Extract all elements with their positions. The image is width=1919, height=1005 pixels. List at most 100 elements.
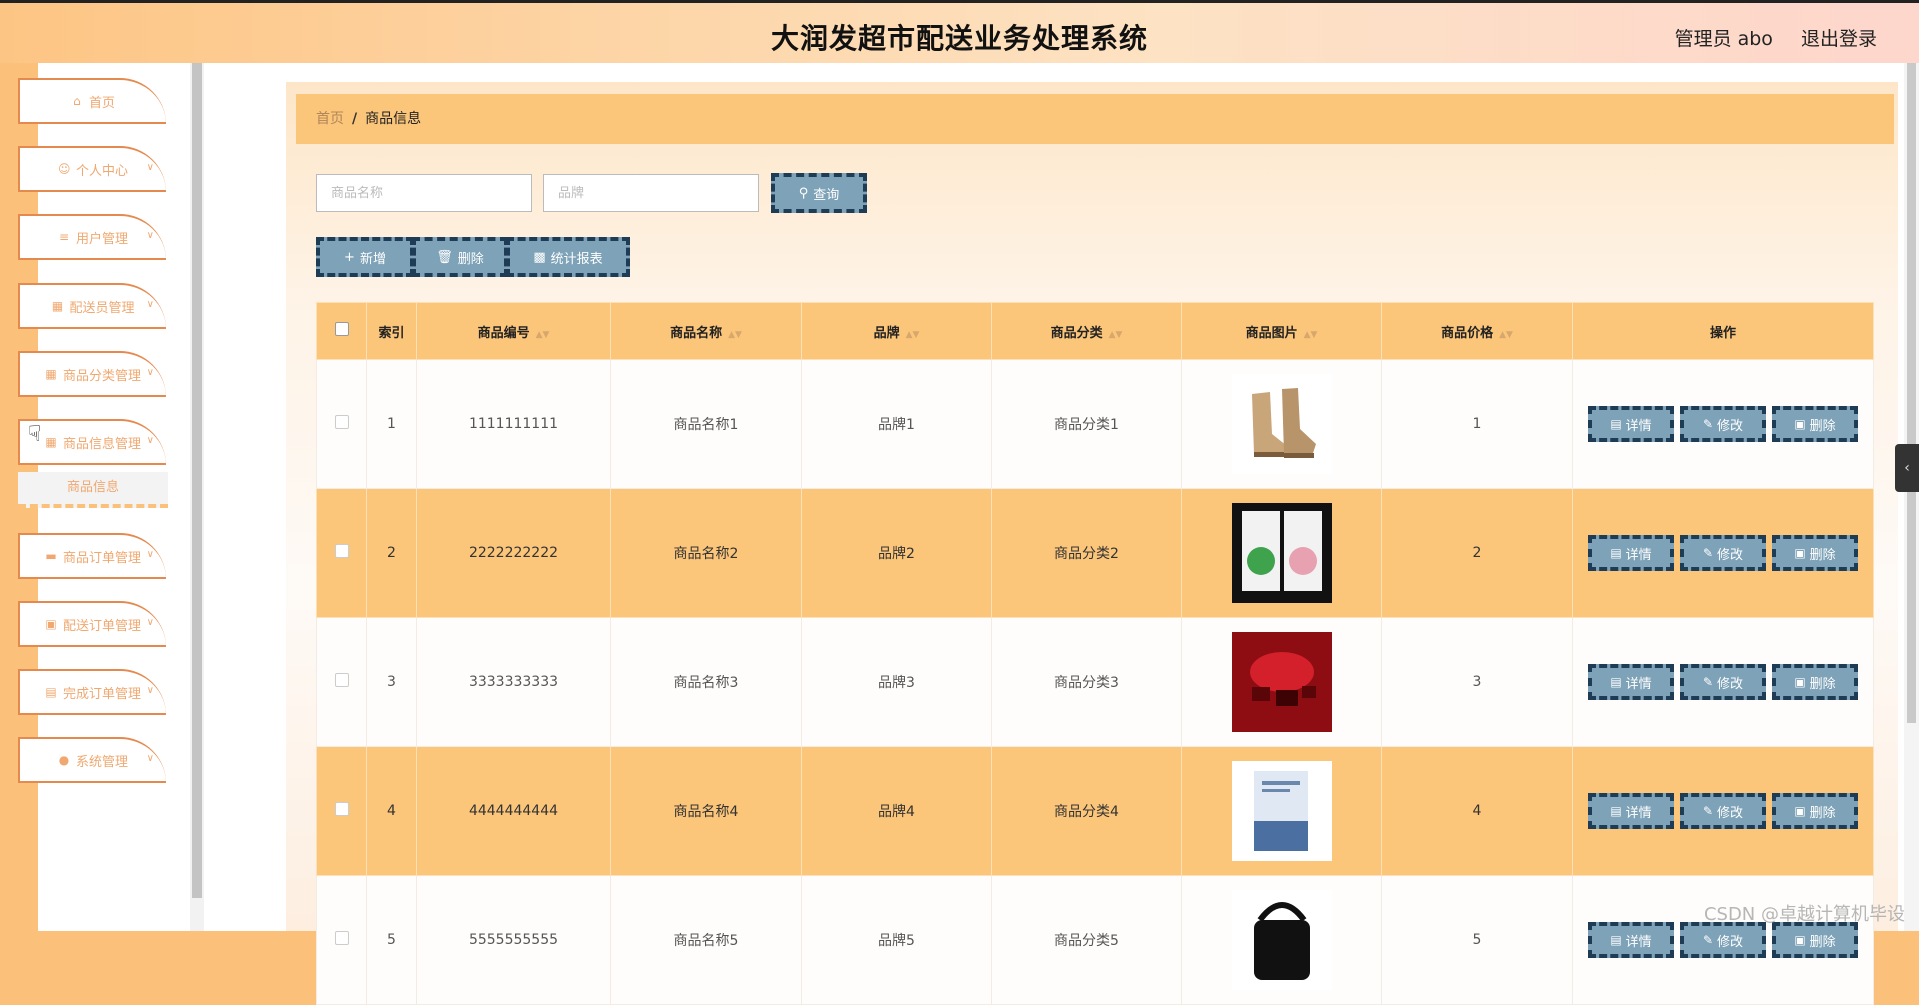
breadcrumb-home[interactable]: 首页	[316, 111, 344, 127]
delete-button[interactable]: ▣ 删除	[1772, 406, 1858, 442]
product-name-search-input[interactable]	[316, 174, 532, 212]
sidebar-scrollbar[interactable]	[190, 63, 204, 931]
table-cell	[316, 617, 367, 747]
edit-button[interactable]: ✎ 修改	[1680, 664, 1766, 700]
sidebar-item-3[interactable]: ▦ 配送员管理 ∨	[18, 283, 166, 329]
detail-button[interactable]: ▤ 详情	[1588, 406, 1674, 442]
cell-code: 3333333333	[468, 674, 559, 690]
document-icon: ▤	[1610, 675, 1622, 689]
page-scrollbar[interactable]	[1904, 63, 1919, 931]
sidebar-item-6[interactable]: ▬ 商品订单管理 ∨	[18, 533, 166, 579]
document-icon: ▤	[1610, 417, 1622, 431]
clipboard-icon: ▤	[45, 685, 57, 699]
row-checkbox[interactable]	[334, 415, 349, 429]
cell-code: 2222222222	[468, 545, 559, 561]
detail-button[interactable]: ▤ 详情	[1588, 922, 1674, 958]
batch-delete-button[interactable]: 🗑 删除	[412, 237, 508, 277]
cell-index: 3	[387, 674, 396, 690]
sort-icon[interactable]: ▲▼	[728, 330, 742, 340]
chevron-down-icon: ∨	[146, 617, 154, 628]
sidebar-item-7[interactable]: ▣ 配送订单管理 ∨	[18, 601, 166, 647]
product-image[interactable]	[1231, 761, 1332, 861]
sidebar-item-8[interactable]: ▤ 完成订单管理 ∨	[18, 669, 166, 715]
cell-code: 5555555555	[468, 932, 559, 948]
cell-brand: 品牌3	[878, 675, 915, 691]
table-cell: 品牌1	[801, 359, 992, 489]
table-cell: 品牌5	[801, 875, 992, 1005]
product-image[interactable]	[1231, 503, 1332, 603]
table-cell: 4	[366, 746, 417, 876]
sidebar-item-label: 商品订单管理	[62, 550, 141, 566]
row-checkbox[interactable]	[334, 673, 349, 687]
detail-button[interactable]: ▤ 详情	[1588, 535, 1674, 571]
pencil-icon: ✎	[1702, 804, 1714, 818]
edit-button[interactable]: ✎ 修改	[1680, 406, 1766, 442]
stats-report-button[interactable]: ▩ 统计报表	[506, 237, 630, 277]
cell-code: 1111111111	[468, 416, 559, 432]
table-cell	[316, 746, 367, 876]
sidebar-item-label: 用户管理	[75, 231, 128, 247]
header-price[interactable]: 商品价格 ▲▼	[1381, 302, 1573, 360]
product-image[interactable]	[1231, 374, 1332, 474]
header-image[interactable]: 商品图片 ▲▼	[1181, 302, 1382, 360]
collapse-handle[interactable]: ‹	[1895, 444, 1919, 492]
delete-button[interactable]: ▣ 删除	[1772, 793, 1858, 829]
detail-button[interactable]: ▤ 详情	[1588, 793, 1674, 829]
sort-icon[interactable]: ▲▼	[1499, 330, 1513, 340]
table-cell: 4	[1381, 746, 1573, 876]
select-all-checkbox[interactable]	[334, 322, 349, 336]
header-category[interactable]: 商品分类 ▲▼	[991, 302, 1182, 360]
table-cell: 5555555555	[416, 875, 611, 1005]
table-cell: 商品分类3	[991, 617, 1182, 747]
header-brand[interactable]: 品牌 ▲▼	[801, 302, 992, 360]
select-all-header	[316, 302, 367, 360]
cell-brand: 品牌4	[878, 804, 915, 820]
sort-icon[interactable]: ▲▼	[906, 330, 920, 340]
cell-category: 商品分类1	[1054, 417, 1119, 433]
row-checkbox[interactable]	[334, 544, 349, 558]
row-checkbox[interactable]	[334, 931, 349, 945]
header-code[interactable]: 商品编号 ▲▼	[416, 302, 611, 360]
product-image[interactable]	[1231, 890, 1332, 990]
detail-button[interactable]: ▤ 详情	[1588, 664, 1674, 700]
submenu-item-product-info[interactable]: 商品信息	[18, 472, 168, 508]
sidebar-item-1[interactable]: ☺ 个人中心 ∨	[18, 146, 166, 192]
logout-link[interactable]: 退出登录	[1801, 28, 1877, 50]
sidebar-item-0[interactable]: ⌂ 首页	[18, 78, 166, 124]
sidebar-item-4[interactable]: ▦ 商品分类管理 ∨	[18, 351, 166, 397]
edit-button[interactable]: ✎ 修改	[1680, 922, 1766, 958]
sidebar-item-label: 配送订单管理	[62, 618, 141, 634]
delete-button[interactable]: ▣ 删除	[1772, 664, 1858, 700]
trash-icon: ▣	[1794, 417, 1806, 431]
table-cell: 品牌3	[801, 617, 992, 747]
delete-button[interactable]: ▣ 删除	[1772, 922, 1858, 958]
delete-button[interactable]: ▣ 删除	[1772, 535, 1858, 571]
breadcrumb-current: 商品信息	[365, 111, 422, 127]
table-cell: ▤ 详情 ✎ 修改 ▣ 删除	[1572, 359, 1874, 489]
sidebar-item-9[interactable]: ● 系统管理 ∨	[18, 737, 166, 783]
row-checkbox[interactable]	[334, 802, 349, 816]
table-cell: 商品分类4	[991, 746, 1182, 876]
sort-icon[interactable]: ▲▼	[1304, 330, 1318, 340]
brand-search-input[interactable]	[543, 174, 759, 212]
table-cell: 商品名称1	[610, 359, 802, 489]
chevron-down-icon: ∨	[146, 299, 154, 310]
sort-icon[interactable]: ▲▼	[536, 330, 550, 340]
chevron-down-icon: ∨	[146, 685, 154, 696]
grid-icon: ▦	[51, 299, 64, 313]
edit-button[interactable]: ✎ 修改	[1680, 535, 1766, 571]
table-cell	[1181, 488, 1382, 618]
product-image[interactable]	[1231, 632, 1332, 732]
table-cell: 商品名称5	[610, 875, 802, 1005]
table-cell: 商品分类5	[991, 875, 1182, 1005]
chevron-left-icon: ‹	[1904, 460, 1910, 476]
sidebar-item-2[interactable]: ≡ 用户管理 ∨	[18, 214, 166, 260]
sort-icon[interactable]: ▲▼	[1109, 330, 1123, 340]
add-button[interactable]: + 新增	[316, 237, 414, 277]
edit-button[interactable]: ✎ 修改	[1680, 793, 1766, 829]
trash-icon: ▣	[1794, 933, 1806, 947]
query-button[interactable]: ⚲ 查询	[771, 173, 867, 213]
current-user: 管理员 abo	[1674, 28, 1773, 50]
header-name[interactable]: 商品名称 ▲▼	[610, 302, 802, 360]
table-cell: ▤ 详情 ✎ 修改 ▣ 删除	[1572, 488, 1874, 618]
